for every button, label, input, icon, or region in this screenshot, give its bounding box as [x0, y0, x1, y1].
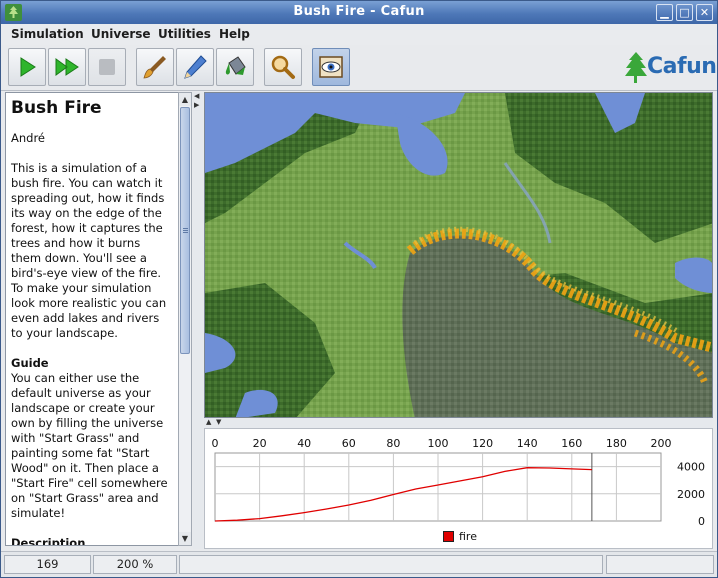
x-tick-label: 140	[517, 437, 538, 450]
document-author: André	[11, 131, 46, 145]
fire-line-chart: 0 20 40 60 80 100 120 140 160 180 200 4000 2000 0	[212, 437, 706, 528]
x-tick-label: 120	[472, 437, 493, 450]
x-tick-label: 0	[212, 437, 219, 450]
document-intro: This is a simulation of a bush fire. You…	[11, 161, 167, 340]
y-tick-label: 4000	[677, 461, 705, 474]
logo-text: Cafun	[647, 54, 717, 79]
maximize-button[interactable]: □	[676, 4, 693, 21]
vertical-split-divider[interactable]: ◀ ▶	[193, 92, 203, 549]
magnifier-button[interactable]	[264, 48, 302, 86]
stop-button[interactable]	[88, 48, 126, 86]
status-message	[179, 555, 603, 574]
horizontal-split-divider[interactable]: ▲ ▼	[204, 418, 713, 428]
x-tick-label: 20	[253, 437, 267, 450]
y-tick-label: 2000	[677, 488, 705, 501]
description-heading: Description	[11, 536, 86, 546]
close-button[interactable]: ✕	[696, 4, 713, 21]
zoom-level: 200 %	[93, 555, 177, 574]
status-bar: 169 200 %	[1, 551, 717, 577]
menu-help[interactable]: Help	[219, 27, 250, 41]
paintbrush-button[interactable]	[136, 48, 174, 86]
chart-legend: fire	[443, 530, 477, 543]
app-window: Bush Fire - Cafun ▁ □ ✕ Simulation Unive…	[0, 0, 718, 578]
pencil-button[interactable]	[176, 48, 214, 86]
guide-heading: Guide	[11, 356, 49, 370]
pencil-icon	[184, 55, 207, 79]
y-tick-label: 0	[698, 515, 705, 528]
split-up-arrow-icon[interactable]: ▲	[206, 418, 211, 426]
menu-simulation[interactable]: Simulation	[11, 27, 84, 41]
fast-forward-button[interactable]	[48, 48, 86, 86]
view-toggle-button[interactable]	[312, 48, 350, 86]
split-down-arrow-icon[interactable]: ▼	[216, 418, 221, 426]
x-tick-label: 40	[297, 437, 311, 450]
leaf-logo-icon	[625, 52, 647, 83]
scroll-up-arrow-icon[interactable]: ▲	[179, 93, 191, 106]
paint-bucket-icon	[225, 56, 246, 75]
title-bar: Bush Fire - Cafun ▁ □ ✕	[1, 1, 717, 24]
fire-legend-swatch	[443, 531, 454, 542]
minimize-button[interactable]: ▁	[656, 4, 673, 21]
text-vertical-scrollbar[interactable]: ▲ ▼	[178, 92, 192, 546]
toolbar: Cafun	[1, 45, 717, 91]
menu-universe[interactable]: Universe	[91, 27, 151, 41]
play-icon	[20, 57, 36, 77]
description-text-pane[interactable]: Bush Fire André This is a simulation of …	[5, 92, 179, 546]
x-tick-label: 160	[561, 437, 582, 450]
paintbrush-icon	[143, 56, 166, 79]
fast-forward-icon	[55, 58, 79, 76]
fire-chart-panel: 0 20 40 60 80 100 120 140 160 180 200 4000 2000 0 fir…	[204, 428, 713, 549]
document-title: Bush Fire	[11, 98, 102, 118]
landscape-map	[205, 93, 712, 417]
split-right-arrow-icon[interactable]: ▶	[194, 101, 199, 109]
paint-bucket-button[interactable]	[216, 48, 254, 86]
play-button[interactable]	[8, 48, 46, 86]
magnifier-icon	[271, 55, 295, 79]
x-tick-label: 100	[428, 437, 449, 450]
scroll-down-arrow-icon[interactable]: ▼	[179, 532, 191, 545]
x-tick-label: 180	[606, 437, 627, 450]
guide-text: You can either use the default universe …	[11, 371, 168, 520]
stop-icon	[99, 59, 115, 75]
step-counter: 169	[4, 555, 91, 574]
cafun-logo: Cafun	[623, 49, 717, 87]
window-title: Bush Fire - Cafun	[293, 4, 425, 19]
scrollbar-thumb[interactable]	[180, 107, 190, 354]
legend-label-fire: fire	[459, 530, 477, 543]
split-left-arrow-icon[interactable]: ◀	[194, 92, 199, 100]
eye-view-icon	[319, 56, 343, 78]
x-tick-label: 60	[342, 437, 356, 450]
simulation-universe-view[interactable]	[204, 92, 713, 418]
menu-bar: Simulation Universe Utilities Help	[1, 24, 717, 45]
status-extra	[606, 555, 714, 574]
x-tick-label: 80	[386, 437, 400, 450]
x-tick-label: 200	[651, 437, 672, 450]
menu-utilities[interactable]: Utilities	[158, 27, 211, 41]
